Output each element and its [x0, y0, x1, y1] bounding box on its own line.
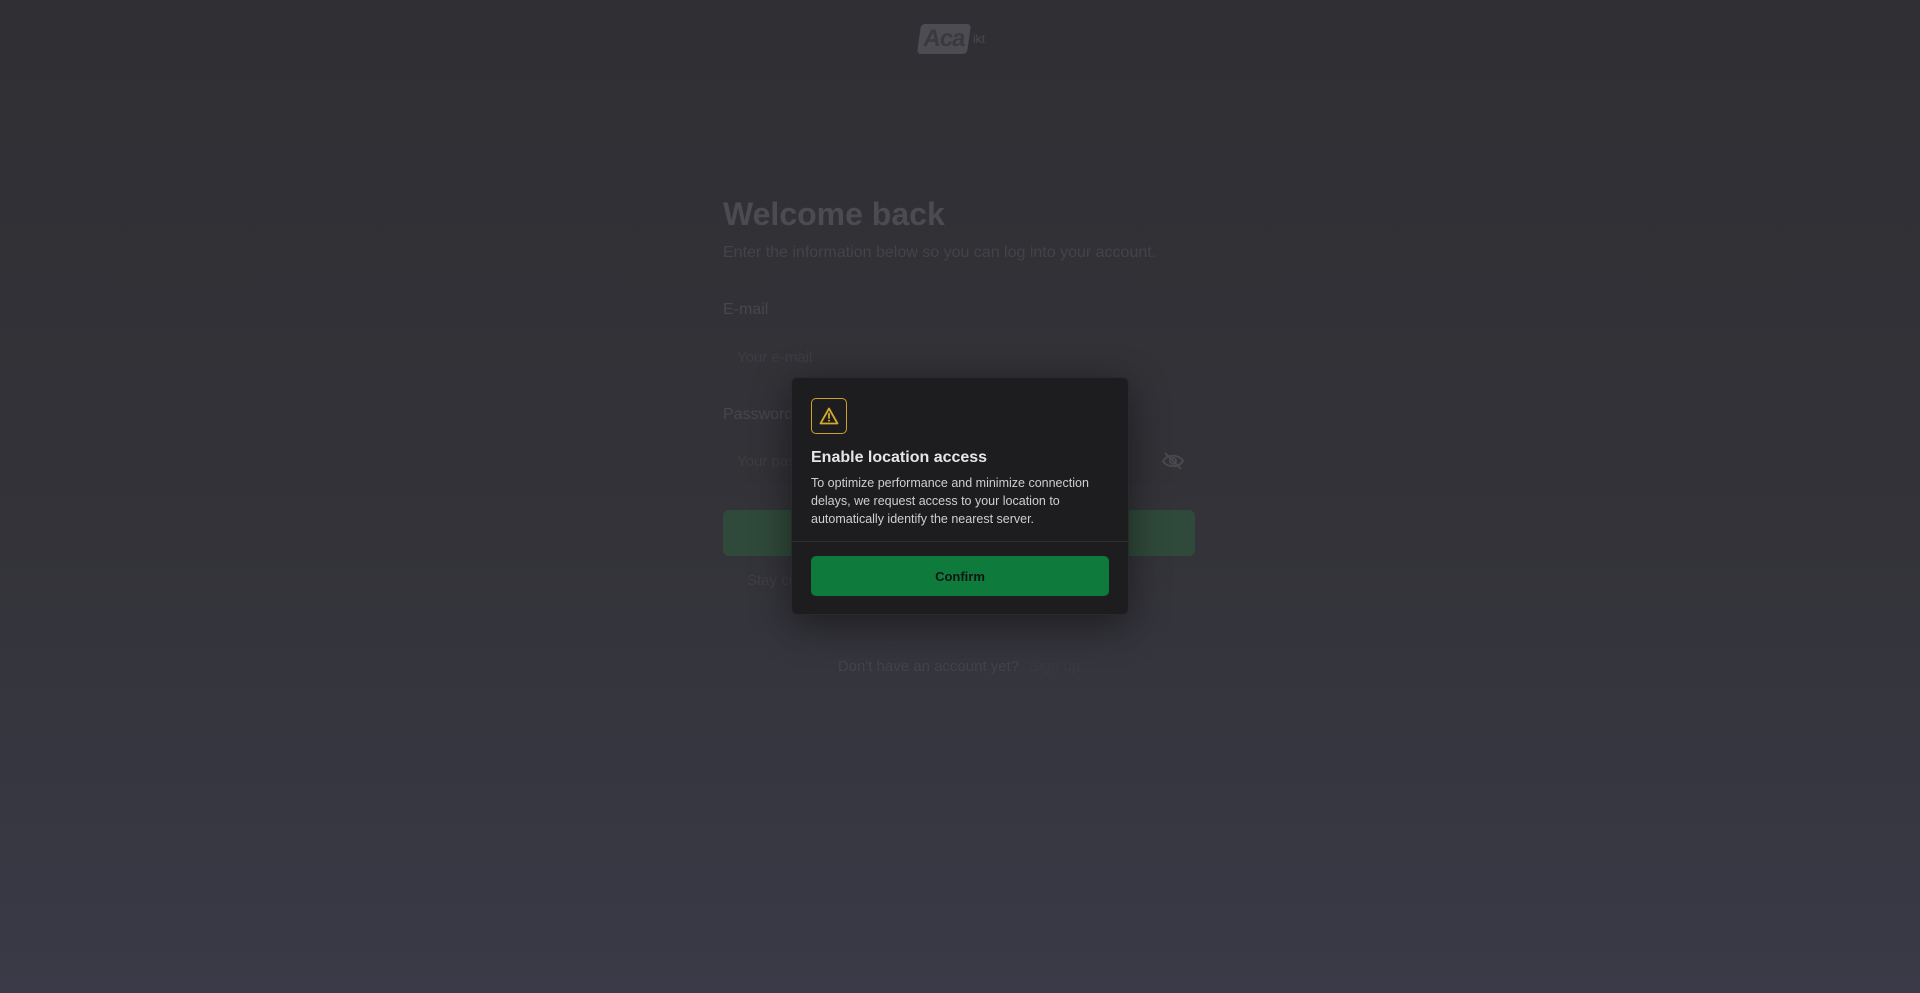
warning-triangle-icon: [811, 398, 847, 434]
brand-logo: Aca ikt: [916, 22, 1001, 56]
email-placeholder: Your e-mail: [737, 348, 813, 366]
password-label: Password: [723, 406, 794, 423]
dialog-title: Enable location access: [811, 449, 988, 466]
logo-mark: Aca: [916, 24, 972, 54]
dialog-message: To optimize performance and minimize con…: [811, 476, 1089, 526]
signup-row: Don't have an account yet? Sign up: [723, 658, 1195, 675]
page-title: Welcome back: [723, 196, 945, 232]
confirm-button[interactable]: Confirm: [811, 556, 1109, 596]
dialog-divider: [792, 541, 1128, 542]
location-access-dialog: Enable location access To optimize perfo…: [791, 377, 1129, 615]
page-subtitle: Enter the information below so you can l…: [723, 244, 1157, 261]
logo-text: ikt: [973, 32, 985, 46]
signup-prompt: Don't have an account yet?: [837, 658, 1020, 675]
email-label: E-mail: [723, 301, 769, 318]
signup-link[interactable]: Sign up: [1029, 658, 1080, 675]
eye-off-icon[interactable]: [1161, 450, 1185, 472]
email-input[interactable]: Your e-mail: [723, 334, 1195, 380]
